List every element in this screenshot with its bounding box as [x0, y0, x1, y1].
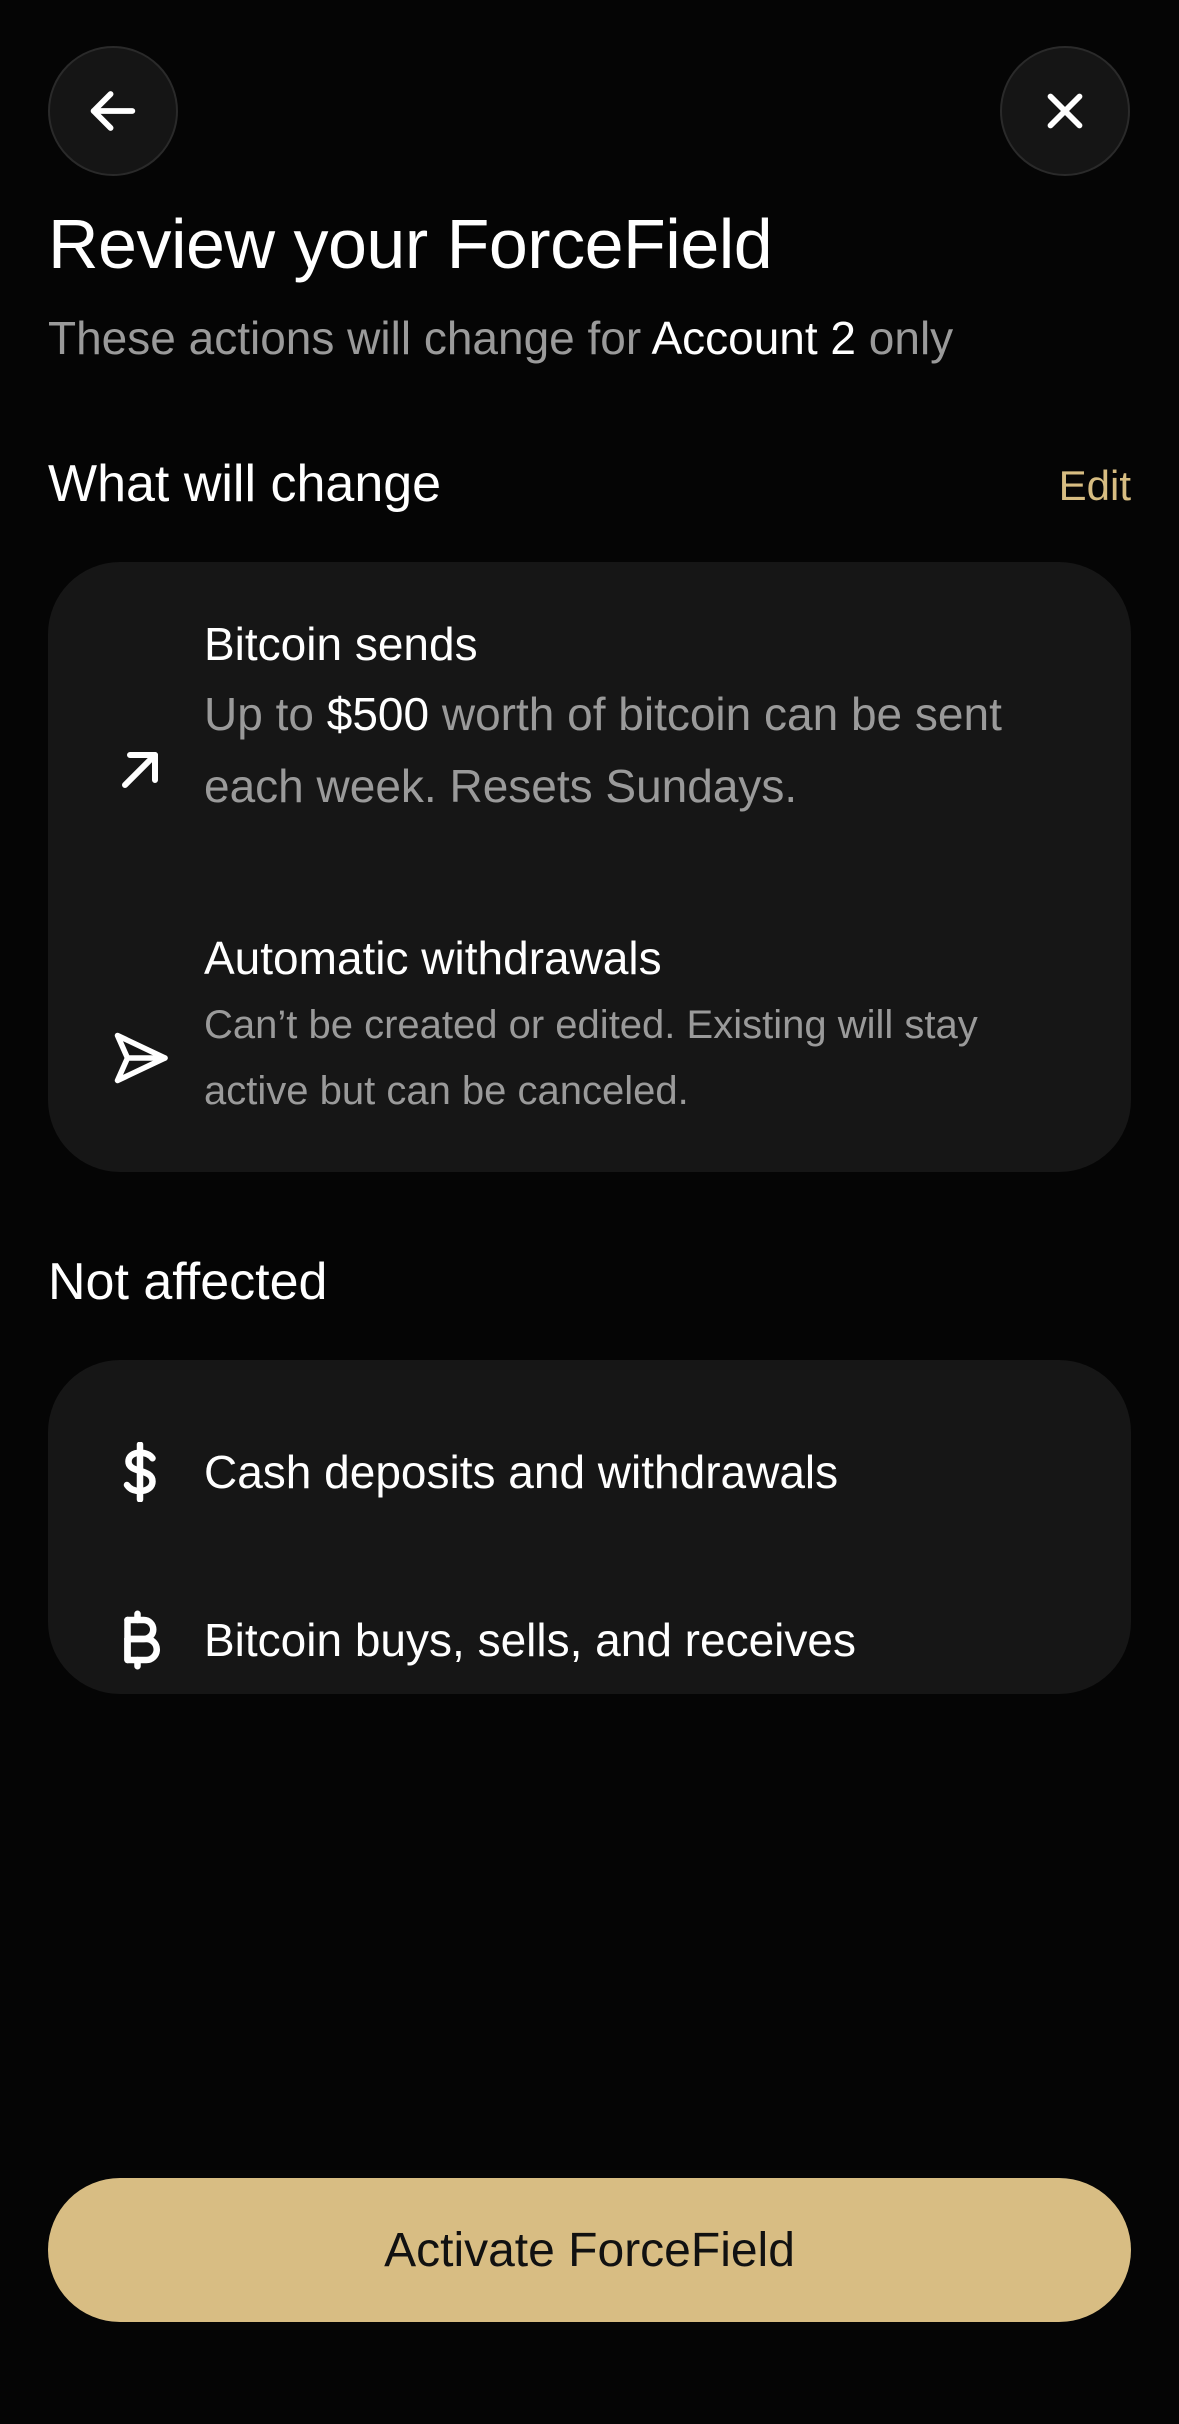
change-item-title: Automatic withdrawals — [204, 932, 662, 984]
desc-prefix: Up to — [204, 688, 327, 740]
not-affected-card: Cash deposits and withdrawals Bitcoin bu… — [48, 1360, 1131, 1694]
page-subtitle: These actions will change for Account 2 … — [48, 308, 953, 368]
change-item-desc: Up to $500 worth of bitcoin can be sent … — [204, 678, 1071, 822]
arrow-up-right-icon — [104, 734, 176, 806]
edit-button[interactable]: Edit — [1059, 458, 1131, 514]
not-affected-heading: Not affected — [48, 1253, 328, 1311]
what-will-change-heading: What will change — [48, 455, 442, 513]
desc-amount: $500 — [326, 688, 430, 740]
bitcoin-icon — [104, 1604, 176, 1676]
change-item-desc: Can’t be created or edited. Existing wil… — [204, 1003, 978, 1113]
dollar-icon — [104, 1436, 176, 1508]
subtitle-suffix: only — [856, 312, 954, 364]
close-icon — [1047, 93, 1083, 129]
back-button[interactable] — [48, 46, 178, 176]
arrow-left-icon — [90, 91, 136, 131]
not-affected-item-title: Bitcoin buys, sells, and receives — [204, 1614, 856, 1666]
close-button[interactable] — [1000, 46, 1130, 176]
activate-forcefield-button[interactable]: Activate ForceField — [48, 2178, 1131, 2322]
page-title: Review your ForceField — [48, 205, 773, 283]
changes-card: Bitcoin sends Up to $500 worth of bitcoi… — [48, 562, 1131, 1172]
subtitle-account: Account 2 — [651, 312, 857, 364]
change-item-title: Bitcoin sends — [204, 618, 478, 670]
not-affected-item-title: Cash deposits and withdrawals — [204, 1446, 839, 1498]
subtitle-prefix: These actions will change for — [48, 312, 652, 364]
send-icon — [104, 1022, 176, 1094]
